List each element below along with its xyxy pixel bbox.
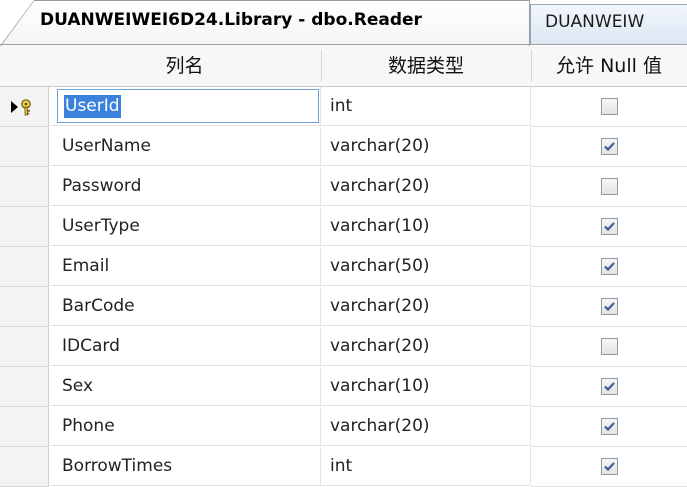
tab-other-document[interactable]: DUANWEIW (530, 4, 687, 45)
cell-data-type[interactable]: int (321, 447, 531, 486)
cell-column-name[interactable]: Password (48, 167, 321, 206)
cell-allow-null (531, 407, 687, 447)
tab-reader-table-label: DUANWEIWEI6D24.Library - dbo.Reader (40, 10, 422, 30)
checkmark-icon (604, 462, 615, 472)
selected-column-name-text: UserId (64, 95, 121, 118)
checkmark-icon (604, 222, 615, 232)
column-header-allow-null[interactable]: 允许 Null 值 (531, 46, 687, 86)
table-row[interactable]: UserType varchar(10) (0, 207, 687, 247)
cell-column-name[interactable]: Phone (48, 407, 321, 446)
row-selector[interactable] (0, 407, 49, 447)
allow-null-checkbox-checked[interactable] (601, 138, 618, 155)
table-row[interactable]: Password varchar(20) (0, 167, 687, 207)
cell-column-name[interactable]: UserType (48, 207, 321, 246)
allow-null-checkbox-checked[interactable] (601, 258, 618, 275)
tab-other-document-label: DUANWEIW (545, 12, 645, 32)
checkmark-icon (604, 262, 615, 272)
cell-allow-null (531, 127, 687, 167)
checkmark-icon (604, 382, 615, 392)
allow-null-checkbox-checked[interactable] (601, 418, 618, 435)
cell-data-type[interactable]: varchar(20) (321, 167, 531, 206)
table-row[interactable]: IDCard varchar(20) (0, 327, 687, 367)
row-selector[interactable] (0, 287, 49, 327)
cell-data-type[interactable]: varchar(20) (321, 407, 531, 446)
primary-key-current-row-icon (11, 99, 31, 116)
allow-null-checkbox-unchecked[interactable] (601, 338, 618, 355)
column-name-edit-field[interactable]: UserId (57, 89, 319, 123)
table-row[interactable]: BorrowTimes int (0, 447, 687, 487)
allow-null-checkbox-unchecked[interactable] (601, 178, 618, 195)
table-row[interactable]: UserName varchar(20) (0, 127, 687, 167)
cell-column-name[interactable]: UserName (48, 127, 321, 166)
cell-column-name[interactable]: BarCode (48, 287, 321, 326)
column-header-name[interactable]: 列名 (48, 46, 321, 86)
row-selector[interactable] (0, 367, 49, 407)
checkmark-icon (604, 422, 615, 432)
cell-data-type[interactable]: varchar(20) (321, 127, 531, 166)
row-selector[interactable] (0, 447, 49, 487)
cell-column-name[interactable]: Sex (48, 367, 321, 406)
column-header-type[interactable]: 数据类型 (321, 46, 531, 86)
allow-null-checkbox-checked[interactable] (601, 218, 618, 235)
allow-null-checkbox-unchecked[interactable] (601, 98, 618, 115)
table-row[interactable]: UserId int (0, 87, 687, 127)
allow-null-checkbox-checked[interactable] (601, 458, 618, 475)
allow-null-checkbox-checked[interactable] (601, 378, 618, 395)
row-selector[interactable] (0, 247, 49, 287)
cell-allow-null (531, 167, 687, 207)
row-selector[interactable] (0, 87, 49, 127)
row-selector[interactable] (0, 327, 49, 367)
cell-allow-null (531, 447, 687, 487)
grid-header: 列名 数据类型 允许 Null 值 (0, 46, 687, 87)
cell-data-type[interactable]: varchar(50) (321, 247, 531, 286)
cell-data-type[interactable]: varchar(10) (321, 207, 531, 246)
cell-allow-null (531, 327, 687, 367)
cell-allow-null (531, 247, 687, 287)
cell-allow-null (531, 367, 687, 407)
cell-data-type[interactable]: int (321, 87, 531, 126)
row-selector[interactable] (0, 207, 49, 247)
cell-allow-null (531, 207, 687, 247)
checkmark-icon (604, 142, 615, 152)
allow-null-checkbox-checked[interactable] (601, 298, 618, 315)
cell-column-name[interactable]: BorrowTimes (48, 447, 321, 486)
cell-column-name[interactable]: Email (48, 247, 321, 286)
row-selector[interactable] (0, 167, 49, 207)
cell-data-type[interactable]: varchar(20) (321, 327, 531, 366)
cell-column-name[interactable]: IDCard (48, 327, 321, 366)
checkmark-icon (604, 302, 615, 312)
table-row[interactable]: Email varchar(50) (0, 247, 687, 287)
cell-allow-null (531, 287, 687, 327)
table-row[interactable]: BarCode varchar(20) (0, 287, 687, 327)
document-tab-strip: DUANWEIWEI6D24.Library - dbo.Reader DUAN… (0, 0, 687, 46)
table-row[interactable]: Sex varchar(10) (0, 367, 687, 407)
cell-data-type[interactable]: varchar(10) (321, 367, 531, 406)
cell-allow-null (531, 87, 687, 127)
row-selector[interactable] (0, 127, 49, 167)
cell-data-type[interactable]: varchar(20) (321, 287, 531, 326)
table-row[interactable]: Phone varchar(20) (0, 407, 687, 447)
